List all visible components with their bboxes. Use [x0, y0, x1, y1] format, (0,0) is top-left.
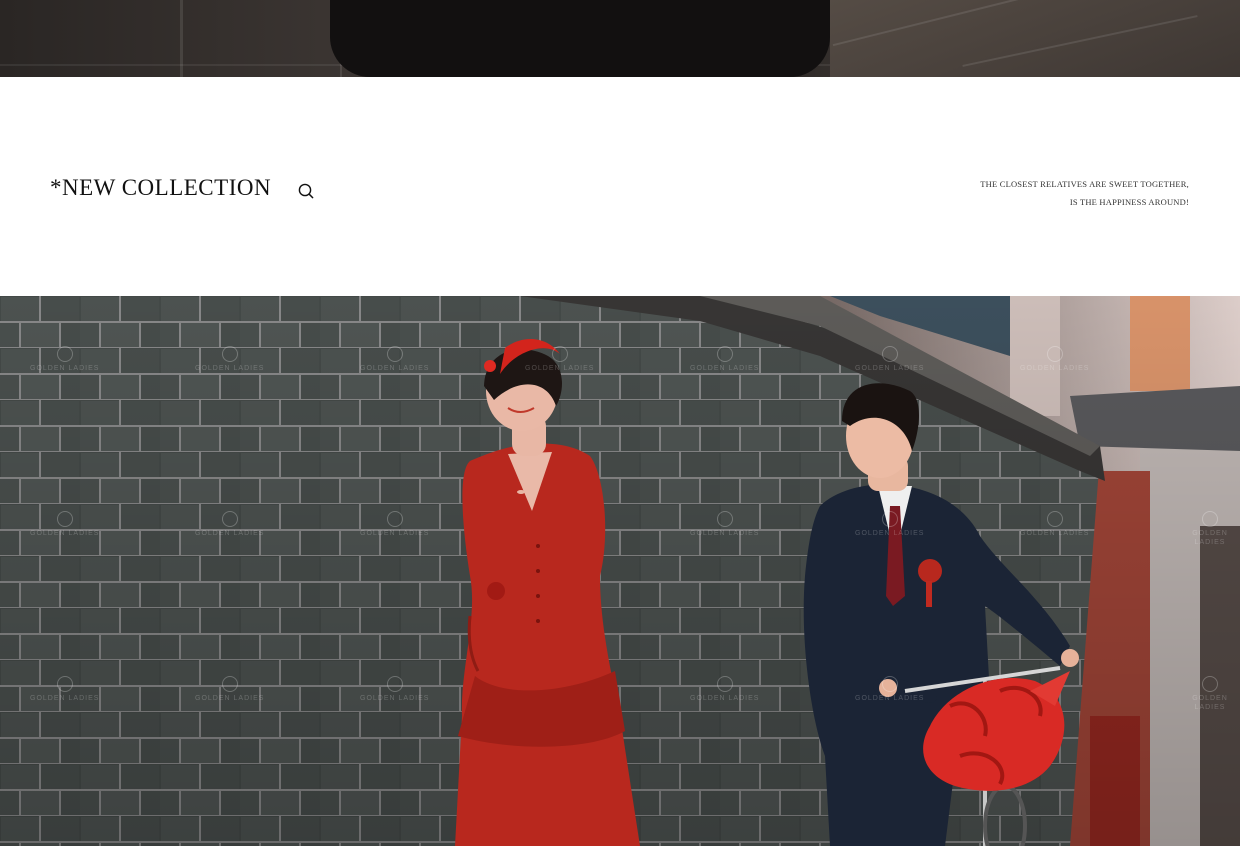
tagline-line-2: IS THE HAPPINESS AROUND! [1069, 197, 1189, 207]
search-icon[interactable] [297, 182, 315, 200]
tagline-line-1: THE CLOSEST RELATIVES ARE SWEET TOGETHER… [980, 179, 1189, 189]
tagline: THE CLOSEST RELATIVES ARE SWEET TOGETHER… [980, 175, 1189, 211]
hero-photo: GOLDEN LADIES GOLDEN LADIES GOLDEN LADIE… [0, 296, 1240, 846]
page: *NEW COLLECTION THE CLOSEST RELATIVES AR… [0, 0, 1240, 846]
collection-title: *NEW COLLECTION [50, 175, 272, 200]
top-photo-strip [0, 0, 1240, 77]
collection-header: *NEW COLLECTION THE CLOSEST RELATIVES AR… [0, 77, 1240, 296]
